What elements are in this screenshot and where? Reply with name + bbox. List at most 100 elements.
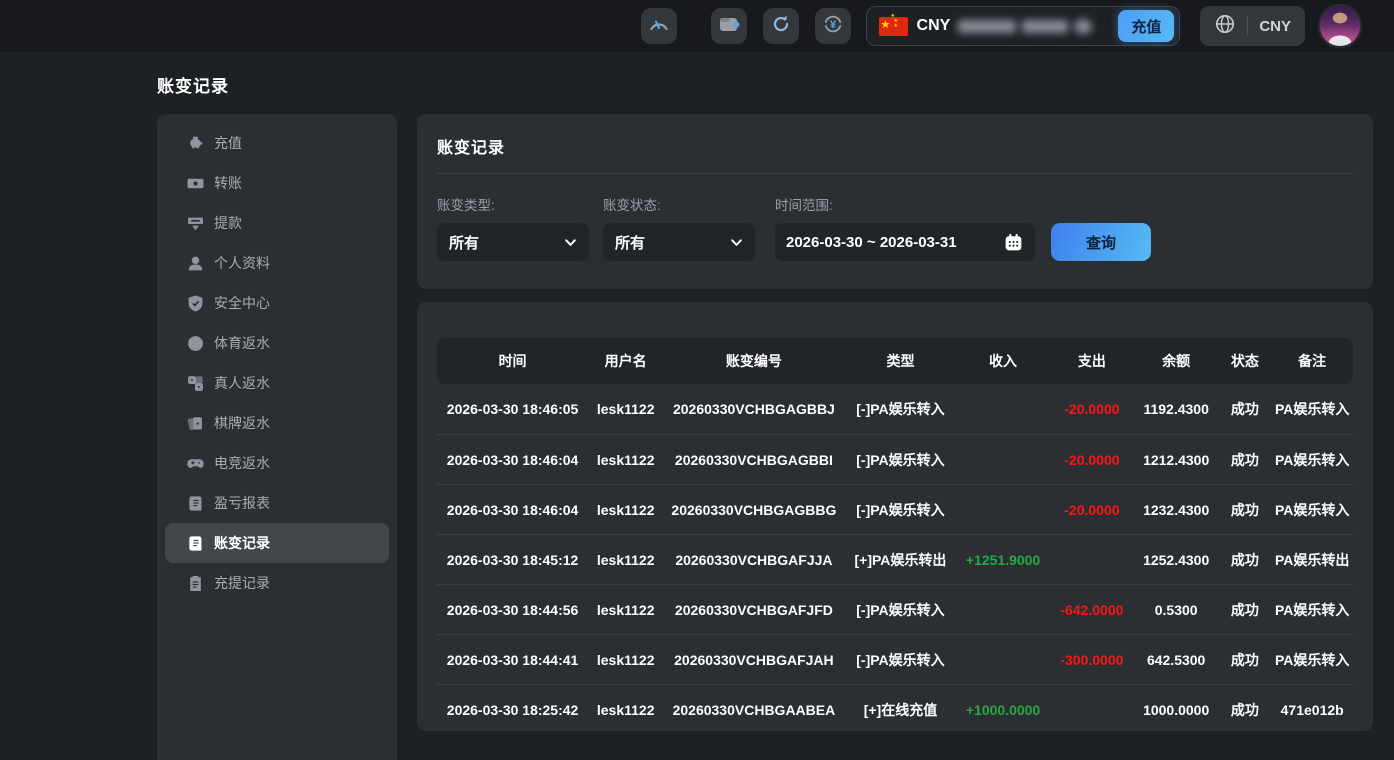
clipboard-icon xyxy=(187,575,204,592)
dice-icon xyxy=(187,375,204,392)
cell-order-no: 20260330VCHBGAFJJA xyxy=(663,552,844,568)
cell-balance: 1232.4300 xyxy=(1134,502,1218,518)
cell-remark: PA娱乐转入 xyxy=(1271,450,1353,470)
cell-order-no: 20260330VCHBGAABEA xyxy=(663,702,844,718)
sidebar-item-account-records[interactable]: 账变记录 xyxy=(165,523,389,563)
table-row: 2026-03-30 18:46:04 lesk1122 20260330VCH… xyxy=(437,484,1353,534)
cell-expense: -300.0000 xyxy=(1050,652,1134,668)
cell-username: lesk1122 xyxy=(588,602,663,618)
cell-status: 成功 xyxy=(1218,500,1271,520)
sidebar-item-label: 棋牌返水 xyxy=(214,413,270,433)
sidebar-item-deposit-withdraw-records[interactable]: 充提记录 xyxy=(165,563,389,603)
table-row: 2026-03-30 18:44:56 lesk1122 20260330VCH… xyxy=(437,584,1353,634)
cell-expense: -20.0000 xyxy=(1050,401,1134,417)
user-avatar[interactable] xyxy=(1318,4,1362,48)
cell-expense: -20.0000 xyxy=(1050,452,1134,468)
change-type-select[interactable]: 所有 xyxy=(437,223,589,261)
cell-balance: 642.5300 xyxy=(1134,652,1218,668)
sidebar-item-sports-rebate[interactable]: 体育返水 xyxy=(165,323,389,363)
banknote-icon xyxy=(187,175,204,192)
sidebar: 充值 转账 提款 个人资料 xyxy=(157,114,397,760)
refresh-button[interactable] xyxy=(763,8,799,44)
cell-type: [-]PA娱乐转入 xyxy=(845,399,957,419)
cell-status: 成功 xyxy=(1218,650,1271,670)
cell-order-no: 20260330VCHBGAFJFD xyxy=(663,602,844,618)
cell-username: lesk1122 xyxy=(588,702,663,718)
sidebar-item-profile[interactable]: 个人资料 xyxy=(165,243,389,283)
chevron-down-icon xyxy=(730,236,743,249)
page-title: 账变记录 xyxy=(157,72,1373,97)
cell-order-no: 20260330VCHBGAGBBG xyxy=(663,502,844,518)
table-row: 2026-03-30 18:46:05 lesk1122 20260330VCH… xyxy=(437,384,1353,434)
cell-status: 成功 xyxy=(1218,600,1271,620)
sidebar-item-live-rebate[interactable]: 真人返水 xyxy=(165,363,389,403)
cell-type: [-]PA娱乐转入 xyxy=(845,500,957,520)
wallet-icon xyxy=(717,12,741,41)
change-status-label: 账变状态: xyxy=(603,194,755,214)
calendar-icon xyxy=(1003,232,1024,253)
cell-remark: PA娱乐转出 xyxy=(1271,550,1353,570)
records-scroll-icon xyxy=(187,535,204,552)
column-header-status: 状态 xyxy=(1218,351,1271,371)
column-header-time: 时间 xyxy=(437,351,588,371)
cell-remark: PA娱乐转入 xyxy=(1271,600,1353,620)
cell-remark: 471e012b xyxy=(1271,702,1353,718)
wallet-button[interactable] xyxy=(711,8,747,44)
globe-icon xyxy=(1214,13,1236,40)
cell-remark: PA娱乐转入 xyxy=(1271,650,1353,670)
change-status-select[interactable]: 所有 xyxy=(603,223,755,261)
filter-card-title: 账变记录 xyxy=(437,134,1353,158)
sidebar-item-esports-rebate[interactable]: 电竞返水 xyxy=(165,443,389,483)
wallet-balance-pill[interactable]: ★★★★ CNY 充值 xyxy=(866,6,1181,46)
cell-balance: 0.5300 xyxy=(1134,602,1218,618)
locale-currency-button[interactable]: CNY xyxy=(1200,6,1305,46)
divider xyxy=(437,173,1353,174)
sidebar-item-deposit[interactable]: 充值 xyxy=(165,123,389,163)
topbar: ¥ ★★★★ CNY 充值 CNY xyxy=(0,0,1394,52)
speedometer-button[interactable] xyxy=(641,8,677,44)
deposit-button[interactable]: 充值 xyxy=(1118,10,1174,42)
sidebar-item-label: 安全中心 xyxy=(214,293,270,313)
cell-order-no: 20260330VCHBGAGBBJ xyxy=(663,401,844,417)
cell-status: 成功 xyxy=(1218,399,1271,419)
currency-exchange-button[interactable]: ¥ xyxy=(815,8,851,44)
column-header-expense: 支出 xyxy=(1050,351,1134,371)
table-row: 2026-03-30 18:46:04 lesk1122 20260330VCH… xyxy=(437,434,1353,484)
cell-balance: 1212.4300 xyxy=(1134,452,1218,468)
change-status-value: 所有 xyxy=(615,232,645,253)
cell-username: lesk1122 xyxy=(588,502,663,518)
cell-username: lesk1122 xyxy=(588,401,663,417)
records-table-card: 时间 用户名 账变编号 类型 收入 支出 余额 状态 备注 2026-03-30… xyxy=(417,302,1373,731)
sidebar-item-transfer[interactable]: 转账 xyxy=(165,163,389,203)
column-header-order-no: 账变编号 xyxy=(663,351,844,371)
svg-text:¥: ¥ xyxy=(829,19,836,31)
masked-balance xyxy=(958,19,1092,34)
sidebar-item-cards-rebate[interactable]: 棋牌返水 xyxy=(165,403,389,443)
sidebar-item-label: 充提记录 xyxy=(214,573,270,593)
cell-time: 2026-03-30 18:44:41 xyxy=(437,652,588,668)
locale-currency-label: CNY xyxy=(1259,18,1291,35)
date-range-value: 2026-03-30 ~ 2026-03-31 xyxy=(786,234,957,251)
atm-icon xyxy=(187,215,204,232)
sidebar-item-label: 盈亏报表 xyxy=(214,493,270,513)
sidebar-item-security[interactable]: 安全中心 xyxy=(165,283,389,323)
cell-type: [+]在线充值 xyxy=(845,700,957,720)
table-header-row: 时间 用户名 账变编号 类型 收入 支出 余额 状态 备注 xyxy=(437,338,1353,384)
cell-username: lesk1122 xyxy=(588,452,663,468)
person-icon xyxy=(187,255,204,272)
cell-time: 2026-03-30 18:44:56 xyxy=(437,602,588,618)
currency-exchange-icon: ¥ xyxy=(821,12,845,41)
cell-remark: PA娱乐转入 xyxy=(1271,500,1353,520)
sidebar-item-withdraw[interactable]: 提款 xyxy=(165,203,389,243)
sidebar-item-label: 体育返水 xyxy=(214,333,270,353)
cell-remark: PA娱乐转入 xyxy=(1271,399,1353,419)
sidebar-item-label: 电竞返水 xyxy=(214,453,270,473)
china-flag-icon: ★★★★ xyxy=(879,17,908,36)
search-button[interactable]: 查询 xyxy=(1051,223,1151,261)
cell-income: +1000.0000 xyxy=(956,702,1049,718)
cell-order-no: 20260330VCHBGAGBBI xyxy=(663,452,844,468)
sidebar-item-label: 提款 xyxy=(214,213,242,233)
date-range-input[interactable]: 2026-03-30 ~ 2026-03-31 xyxy=(775,223,1035,261)
sidebar-item-pnl-report[interactable]: 盈亏报表 xyxy=(165,483,389,523)
chevron-down-icon xyxy=(564,236,577,249)
